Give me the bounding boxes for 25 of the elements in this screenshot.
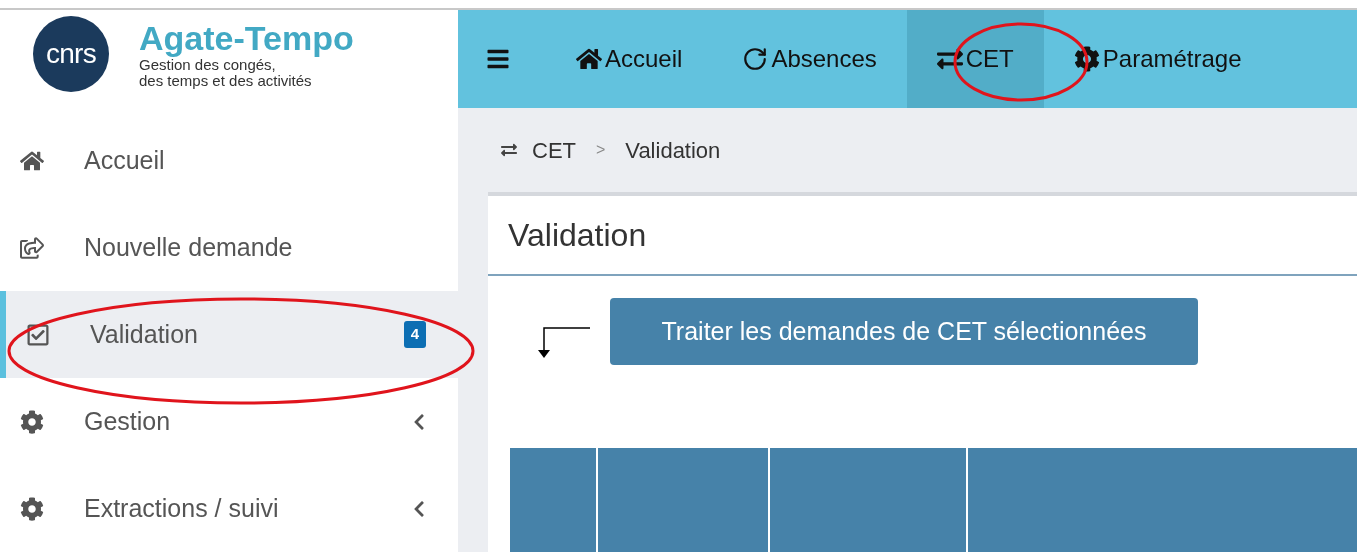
share-icon: [20, 235, 44, 260]
gear-icon: [1073, 46, 1100, 72]
nav-tab[interactable]: Accueil: [546, 10, 713, 108]
count-badge: 4: [403, 321, 426, 348]
menu-icon[interactable]: [486, 47, 510, 71]
breadcrumb-item: Validation: [625, 136, 721, 165]
nav-tab[interactable]: Absences: [712, 10, 907, 108]
home-icon: [576, 46, 602, 72]
rotate-icon: [742, 46, 769, 72]
arrow-icon: [536, 326, 592, 360]
sidebar-item[interactable]: Validation 4: [0, 291, 458, 378]
app-subtitle: Gestion des congés,: [139, 56, 276, 73]
checkbox-icon: [26, 322, 50, 347]
app-name: Agate-Tempo: [139, 18, 354, 57]
process-button[interactable]: Traiter les demandes de CET sélectionnées: [610, 298, 1198, 365]
app-subtitle: des temps et des activités: [139, 72, 313, 89]
nav-tab[interactable]: CET: [906, 10, 1044, 108]
nav-tab[interactable]: Paramétrage: [1043, 10, 1272, 108]
exchange-icon: [498, 142, 520, 158]
gear-icon: [20, 409, 44, 434]
page-title: Validation: [508, 216, 647, 255]
cnrs-logo: cnrs: [33, 15, 109, 92]
breadcrumb-separator: >: [595, 140, 607, 160]
gear-icon: [20, 496, 44, 521]
breadcrumb-item[interactable]: CET: [532, 133, 576, 167]
